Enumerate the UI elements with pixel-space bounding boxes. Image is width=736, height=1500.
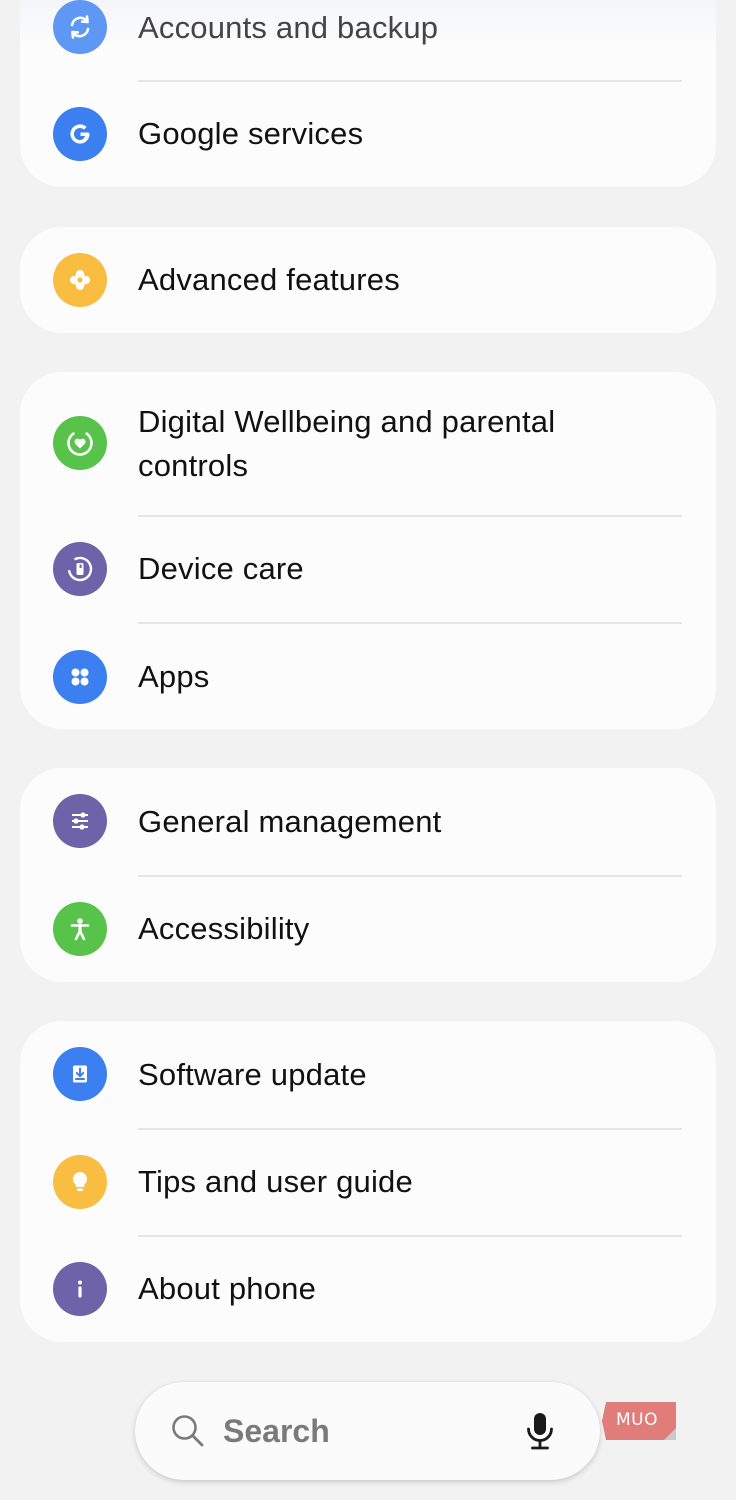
settings-item-label: Software update — [138, 1057, 367, 1092]
watermark-text: MUO — [616, 1410, 658, 1430]
search-input[interactable]: Search — [223, 1409, 330, 1453]
sliders-icon — [53, 794, 107, 848]
apps-icon — [53, 650, 107, 704]
divider — [138, 622, 682, 624]
settings-item-digital-wellbeing[interactable]: Digital Wellbeing and parental controls — [20, 372, 716, 515]
settings-item-label: Advanced features — [138, 262, 400, 297]
search-bar[interactable]: Search — [135, 1382, 600, 1480]
settings-item-label: Apps — [138, 659, 210, 694]
download-icon — [53, 1047, 107, 1101]
settings-screen: Accounts and backup Google services Adva… — [0, 0, 736, 1500]
divider — [138, 515, 682, 517]
settings-group-advanced: Advanced features — [20, 227, 716, 333]
settings-item-advanced-features[interactable]: Advanced features — [20, 227, 716, 333]
puzzle-icon — [53, 253, 107, 307]
settings-group-about: Software update Tips and user guide Abou… — [20, 1021, 716, 1342]
settings-item-device-care[interactable]: Device care — [20, 515, 716, 622]
settings-item-apps[interactable]: Apps — [20, 622, 716, 729]
settings-item-accounts-backup[interactable]: Accounts and backup — [20, 0, 716, 80]
settings-item-label: Accounts and backup — [138, 10, 439, 45]
settings-group-accounts: Accounts and backup Google services — [20, 0, 716, 187]
info-icon — [53, 1262, 107, 1316]
settings-item-general-management[interactable]: General management — [20, 768, 716, 875]
device-care-icon — [53, 542, 107, 596]
settings-item-software-update[interactable]: Software update — [20, 1021, 716, 1128]
accessibility-icon — [53, 902, 107, 956]
settings-item-tips-user-guide[interactable]: Tips and user guide — [20, 1128, 716, 1235]
settings-item-accessibility[interactable]: Accessibility — [20, 875, 716, 982]
settings-item-google-services[interactable]: Google services — [20, 80, 716, 187]
settings-item-label: Device care — [138, 551, 304, 586]
lightbulb-icon — [53, 1155, 107, 1209]
mic-icon[interactable] — [520, 1410, 560, 1452]
settings-item-label: Digital Wellbeing and parental controls — [138, 404, 556, 483]
settings-item-label: Google services — [138, 116, 364, 151]
settings-item-label: General management — [138, 804, 442, 839]
watermark-logo: MUO — [602, 1402, 676, 1440]
settings-group-device: Digital Wellbeing and parental controls … — [20, 372, 716, 729]
divider — [138, 875, 682, 877]
google-icon — [53, 107, 107, 161]
sync-icon — [53, 0, 107, 54]
search-icon — [172, 1415, 204, 1447]
divider — [138, 1128, 682, 1130]
settings-item-label: Tips and user guide — [138, 1164, 413, 1199]
settings-item-label: Accessibility — [138, 911, 310, 946]
wellbeing-icon — [53, 416, 107, 470]
settings-group-general: General management Accessibility — [20, 768, 716, 982]
divider — [138, 1235, 682, 1237]
settings-item-about-phone[interactable]: About phone — [20, 1235, 716, 1342]
settings-item-label: About phone — [138, 1271, 317, 1306]
divider — [138, 80, 682, 82]
